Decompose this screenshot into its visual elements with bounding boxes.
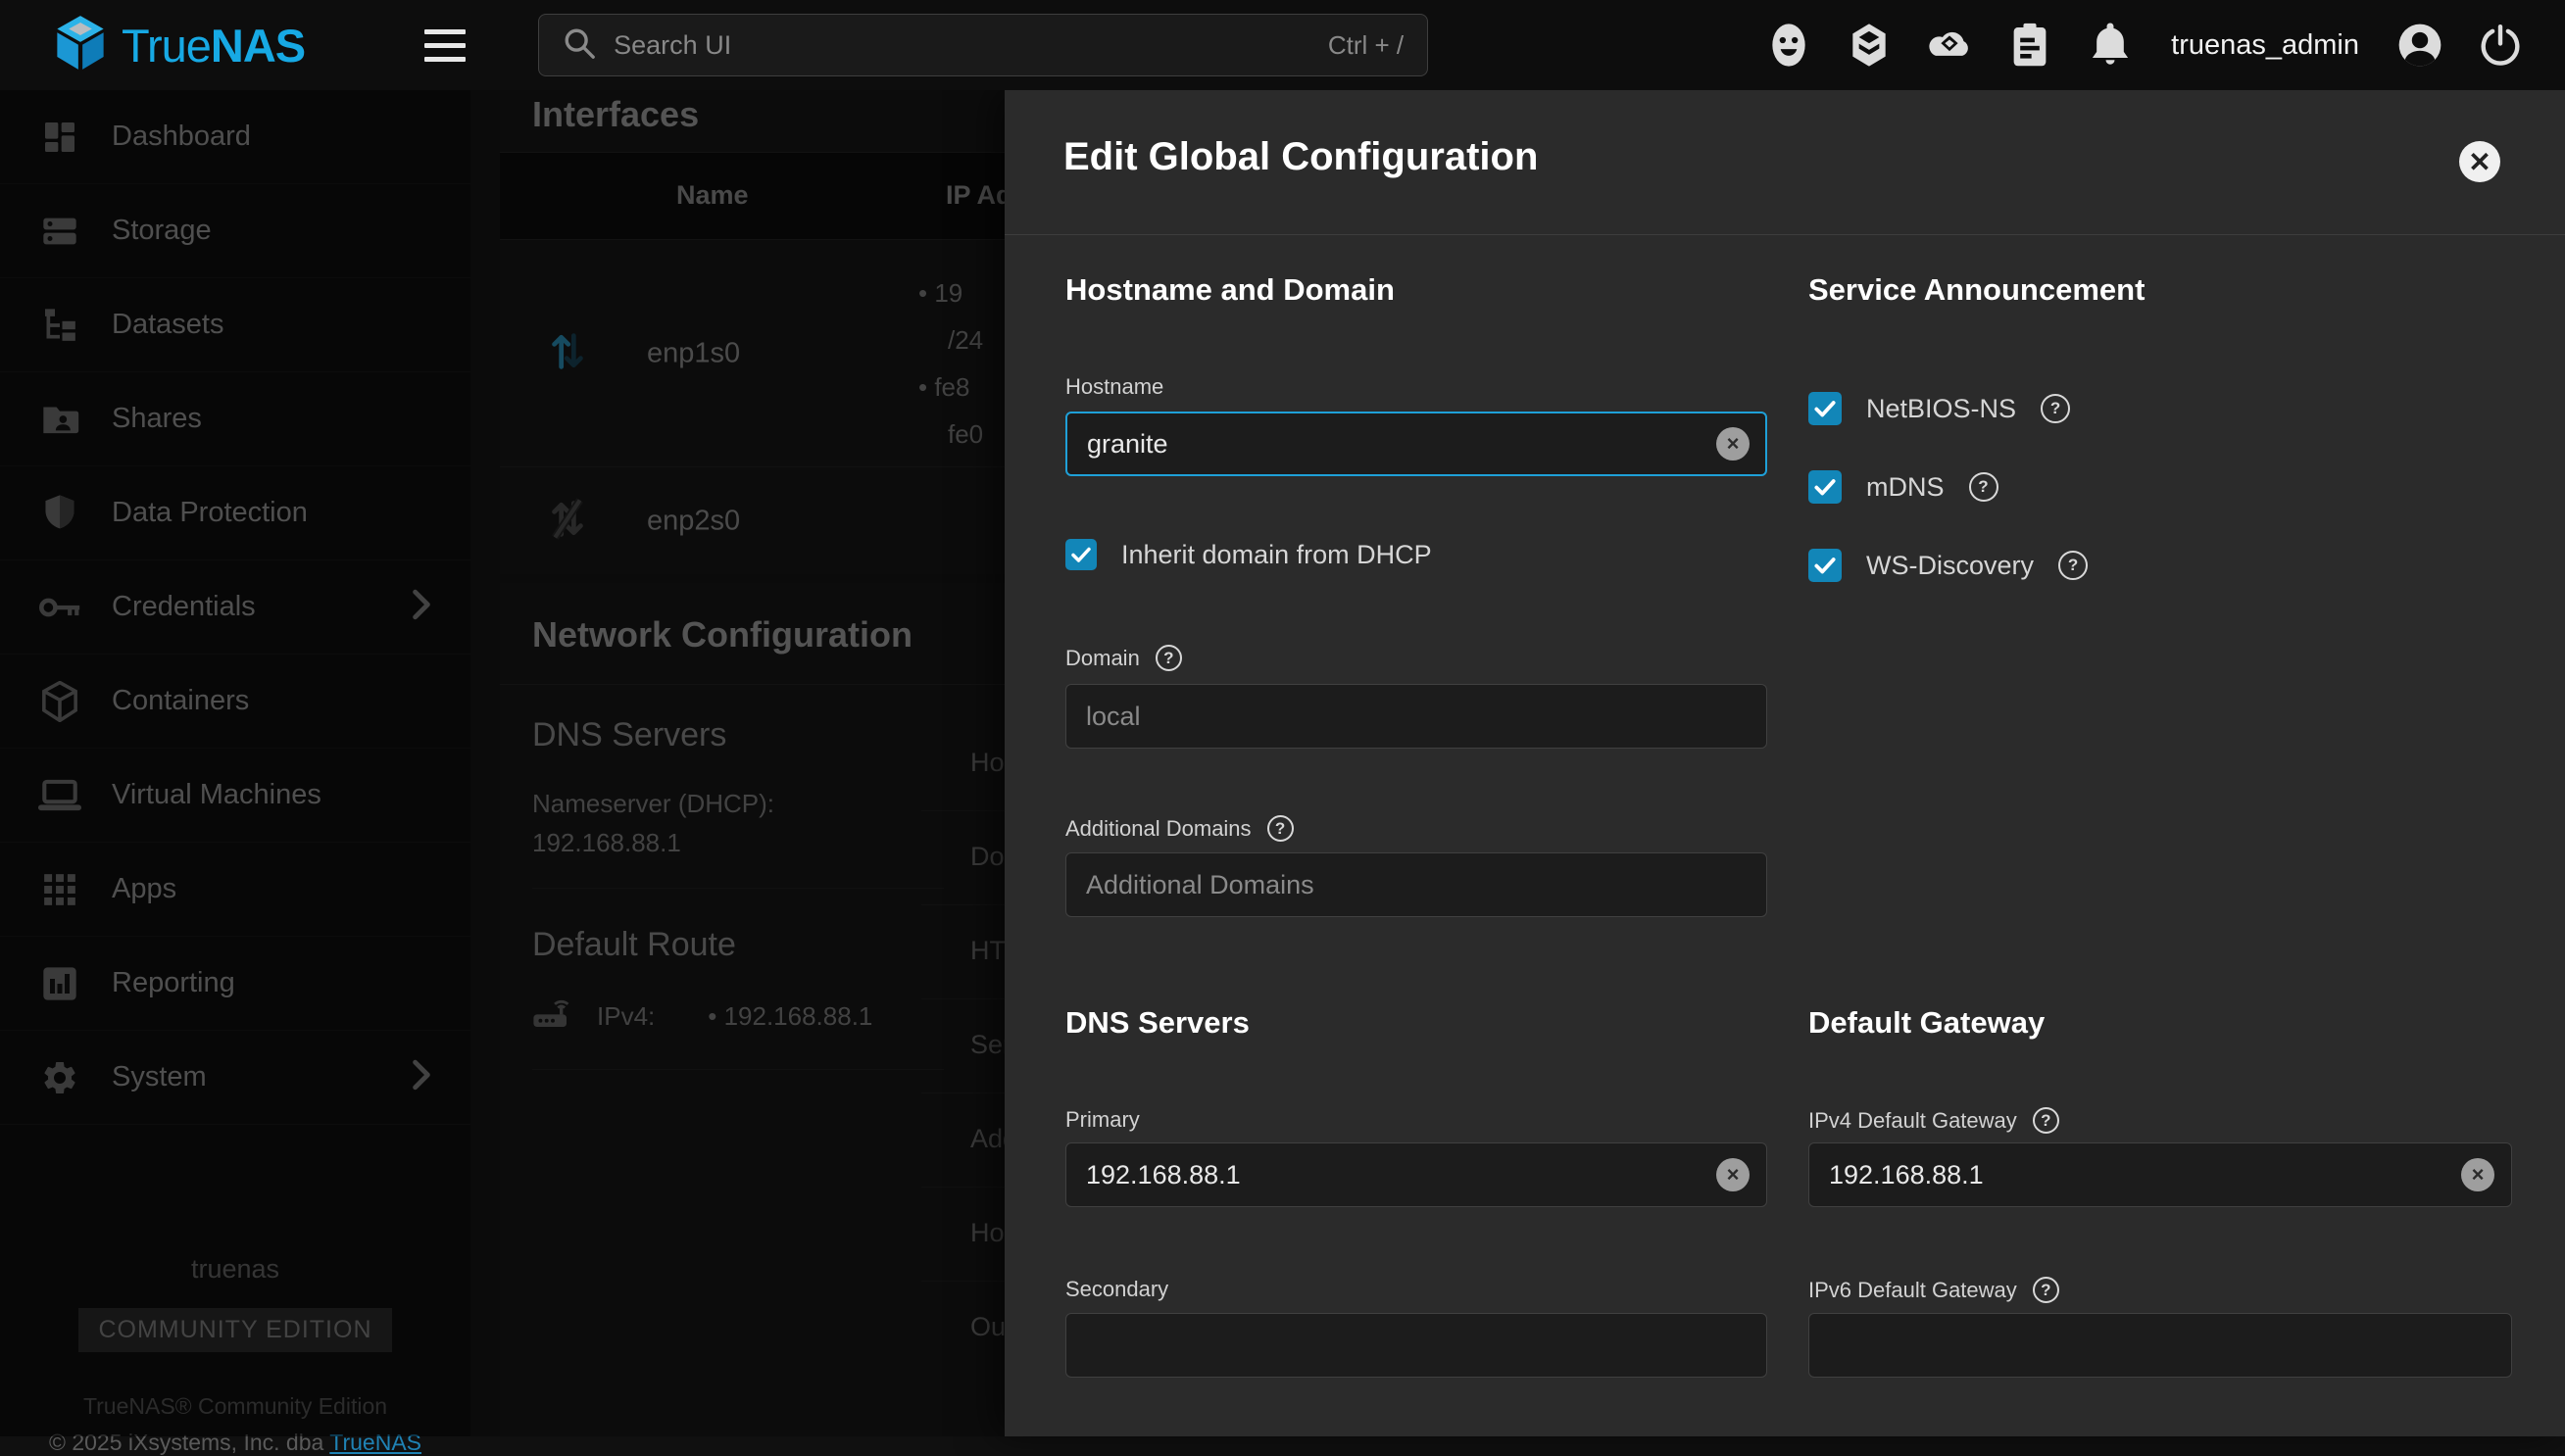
modal-body: Hostname and Domain Hostname × Inherit d… <box>1005 235 2565 1436</box>
help-icon[interactable]: ? <box>1267 815 1294 842</box>
help-icon[interactable]: ? <box>1969 472 1998 502</box>
dns-servers-heading: DNS Servers <box>1065 1005 1250 1041</box>
username-text: truenas_admin <box>2171 29 2359 62</box>
topbar-actions: truenas_admin <box>1765 20 2524 71</box>
additional-domains-input[interactable] <box>1065 852 1767 917</box>
primary-dns-input[interactable] <box>1065 1142 1767 1207</box>
primary-dns-label: Primary <box>1065 1107 1140 1133</box>
ipv6-gateway-field-wrap <box>1808 1313 2512 1378</box>
mdns-row: mDNS ? <box>1808 470 1998 504</box>
ipv4-gateway-label: IPv4 Default Gateway ? <box>1808 1107 2059 1134</box>
modal-title: Edit Global Configuration <box>1063 135 1538 179</box>
ipv4-gateway-input[interactable] <box>1808 1142 2512 1207</box>
domain-label: Domain ? <box>1065 645 1182 671</box>
search-placeholder: Search UI <box>614 30 1328 61</box>
modal-header: Edit Global Configuration ✕ <box>1005 90 2565 235</box>
feedback-smiley-icon[interactable] <box>1765 20 1812 71</box>
truenas-logo[interactable]: TrueNAS <box>55 15 305 76</box>
truenas-logo-text: TrueNAS <box>122 19 305 73</box>
secondary-dns-field-wrap <box>1065 1313 1767 1378</box>
version-stack-icon[interactable] <box>1846 20 1893 71</box>
netbios-label: NetBIOS-NS <box>1866 394 2016 424</box>
inherit-domain-row: Inherit domain from DHCP <box>1065 539 1432 570</box>
inherit-domain-label: Inherit domain from DHCP <box>1121 540 1432 570</box>
modal-right-column: Service Announcement NetBIOS-NS ? mDNS ? <box>1808 235 2512 1436</box>
service-announcement-heading: Service Announcement <box>1808 272 2145 308</box>
additional-domains-field-wrap <box>1065 852 1767 917</box>
hostname-input[interactable] <box>1065 412 1767 476</box>
default-gateway-heading: Default Gateway <box>1808 1005 2045 1041</box>
ipv6-gateway-input[interactable] <box>1808 1313 2512 1378</box>
help-icon[interactable]: ? <box>2058 551 2088 580</box>
help-icon[interactable]: ? <box>2033 1107 2059 1134</box>
account-avatar-icon[interactable] <box>2396 20 2443 71</box>
truenas-logo-icon <box>55 15 106 76</box>
clear-icon[interactable]: × <box>2461 1158 2494 1191</box>
clear-icon[interactable]: × <box>1716 1158 1750 1191</box>
wsdiscovery-row: WS-Discovery ? <box>1808 549 2088 582</box>
hostname-domain-heading: Hostname and Domain <box>1065 272 1395 308</box>
jobs-clipboard-icon[interactable] <box>2006 20 2053 71</box>
additional-domains-label: Additional Domains ? <box>1065 815 1294 842</box>
truecommand-cloud-icon[interactable] <box>1926 20 1973 71</box>
inherit-domain-checkbox[interactable] <box>1065 539 1097 570</box>
ipv4-gateway-field-wrap: × <box>1808 1142 2512 1207</box>
wsdiscovery-label: WS-Discovery <box>1866 551 2034 581</box>
hostname-field-wrap: × <box>1065 412 1767 476</box>
netbios-checkbox[interactable] <box>1808 392 1842 425</box>
hostname-label: Hostname <box>1065 374 1163 400</box>
mdns-checkbox[interactable] <box>1808 470 1842 504</box>
help-icon[interactable]: ? <box>1156 645 1182 671</box>
domain-input[interactable] <box>1065 684 1767 749</box>
edit-global-configuration-modal: Edit Global Configuration ✕ Hostname and… <box>1005 90 2565 1436</box>
modal-left-column: Hostname and Domain Hostname × Inherit d… <box>1065 235 1767 1436</box>
ipv6-gateway-label: IPv6 Default Gateway ? <box>1808 1277 2059 1303</box>
top-bar: TrueNAS Search UI Ctrl + / truenas_admin <box>0 0 2565 90</box>
help-icon[interactable]: ? <box>2033 1277 2059 1303</box>
close-icon[interactable]: ✕ <box>2459 141 2500 182</box>
primary-dns-field-wrap: × <box>1065 1142 1767 1207</box>
menu-toggle-icon[interactable] <box>424 29 466 62</box>
secondary-dns-input[interactable] <box>1065 1313 1767 1378</box>
mdns-label: mDNS <box>1866 472 1945 503</box>
search-shortcut: Ctrl + / <box>1328 30 1404 61</box>
search-icon <box>563 26 596 65</box>
wsdiscovery-checkbox[interactable] <box>1808 549 1842 582</box>
search-input[interactable]: Search UI Ctrl + / <box>538 14 1428 76</box>
domain-field-wrap <box>1065 684 1767 749</box>
secondary-dns-label: Secondary <box>1065 1277 1168 1302</box>
netbios-row: NetBIOS-NS ? <box>1808 392 2070 425</box>
clear-icon[interactable]: × <box>1716 427 1750 461</box>
power-icon[interactable] <box>2477 20 2524 71</box>
notifications-bell-icon[interactable] <box>2087 20 2134 71</box>
help-icon[interactable]: ? <box>2041 394 2070 423</box>
